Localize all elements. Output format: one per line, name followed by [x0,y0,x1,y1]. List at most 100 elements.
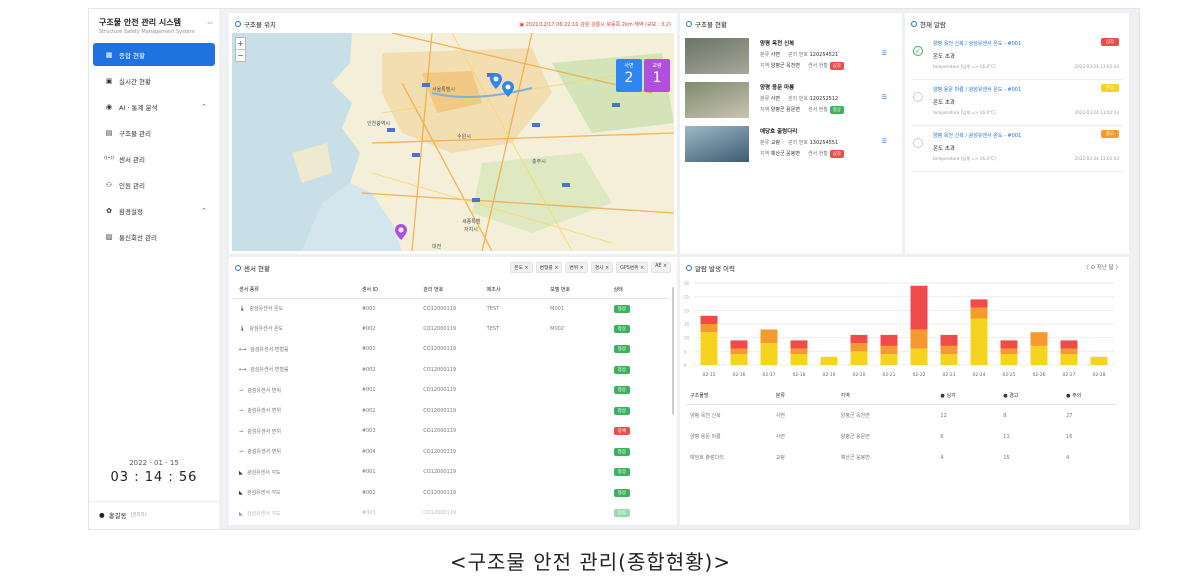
sidebar-item[interactable]: ▣ 실시간 현황 [93,69,215,92]
bar-segment[interactable] [850,351,868,365]
sidebar-item[interactable]: ◉ AI · 통계 분석 ⌃ [93,95,215,118]
sensor-scrollbar[interactable] [672,287,674,415]
empty-circle-icon[interactable] [913,92,923,102]
slope-count-badge[interactable]: 사면 2 [616,59,642,92]
sidebar-item[interactable]: ▨ 통신회선 관리 [93,225,215,248]
empty-circle-icon[interactable] [913,138,923,148]
map-marker-icon[interactable] [490,73,502,89]
bar-segment[interactable] [850,334,868,344]
sidebar-item[interactable]: ▤ 구조물 관리 [93,121,215,144]
table-row[interactable]: ⟷ 광섬유센서 변형률 #001 CO12000119 정상 [233,339,669,360]
bar-segment[interactable] [1000,340,1018,349]
bar-segment[interactable] [880,345,898,355]
table-row[interactable]: 양평 용문 마룡 사면 양평군 용문면 6 11 16 [686,426,1116,447]
list-search-icon[interactable]: ☰ [882,138,887,145]
structure-item[interactable]: 양평 옥천 신복 분류 사면 관리 번호 120254521 지역 양평군 옥천면 센서… [685,38,895,78]
bar-segment[interactable] [1000,354,1018,365]
sidebar-collapse-icon[interactable]: ⇦ [207,19,213,27]
table-row[interactable]: ◣ 광섬유센서 각도 #002 CO12000119 정상 [233,483,669,504]
chevron-up-icon[interactable]: ⌃ [201,103,207,111]
table-row[interactable]: ◣ 광섬유센서 각도 #003 CO12000119 정상 [233,503,669,524]
bar-segment[interactable] [940,334,958,346]
sidebar-item[interactable]: ((•)) 센서 관리 [93,147,215,170]
bar-segment[interactable] [970,307,988,319]
alarm-item[interactable]: ✓ 양평 옥천 신복 / 광섬유센서 온도 - #001 심각 온도 초과 temper… [911,38,1123,80]
sidebar-item[interactable]: ✿ 환경설정 ⌃ [93,199,215,222]
alarm-item[interactable]: 양평 용문 마룡 / 광섬유센서 온도 - #001 주의 온도 초과 tempera… [911,84,1123,126]
table-row[interactable]: ⇀ 광섬유센서 변위 #001 CO12000119 정상 [233,380,669,401]
bar-segment[interactable] [940,345,958,355]
svg-text:자치시: 자치시 [464,226,478,233]
alarm-item[interactable]: 양평 옥천 신복 / 광섬유센서 온도 - #001 경고 온도 초과 tempera… [911,130,1123,172]
filter-chip[interactable]: 경사 × [590,262,614,273]
chevron-up-icon[interactable]: ⌃ [201,207,207,215]
sidebar-item[interactable]: ⚇ 인원 관리 [93,173,215,196]
sensor-maker [481,421,544,442]
table-row[interactable]: ⇀ 광섬유센서 변위 #002 CO12000119 정상 [233,401,669,422]
bar-segment[interactable] [790,340,808,349]
bar-segment[interactable] [700,315,718,324]
bar-segment[interactable] [1030,332,1048,346]
bar-segment[interactable] [1030,345,1048,365]
table-row[interactable]: 예당호 출렁다리 교량 예산군 응봉면 4 15 4 [686,447,1116,468]
bar-segment[interactable] [1000,348,1018,355]
bar-segment[interactable] [820,356,838,365]
map-view[interactable]: 서울특별시 인천광역시 수원시 충주시 세종특별 자치시 대전 + − 사면 2 교량 … [232,33,674,251]
map-marker-icon[interactable] [502,81,514,97]
sensor-type-cell: ⇀ 광섬유센서 변위 [233,401,356,422]
bar-segment[interactable] [700,324,718,333]
table-row[interactable]: ⇀ 광섬유센서 변위 #004 CO12000119 정상 [233,442,669,463]
bar-segment[interactable] [760,329,778,344]
table-row[interactable]: ◣ 광섬유센서 각도 #001 CO12000119 정상 [233,462,669,483]
table-row[interactable]: 🌡 광섬유센서 온도 #001 CO12000119 TEST M001 정상 [233,298,669,319]
status-cell: 장애 [608,421,669,442]
bar-segment[interactable] [790,354,808,365]
bridge-count-badge[interactable]: 교량 1 [644,59,670,92]
bar-segment[interactable] [1090,356,1108,365]
structure-item[interactable]: 예당호 출렁다리 분류 교량 관리 번호 130254551 지역 예산군 응봉면 센서… [685,126,895,166]
table-row[interactable]: 🌡 광섬유센서 온도 #002 CO12000119 TEST M002 정상 [233,319,669,340]
user-info[interactable]: ● 홍길동 [관리자] [89,501,219,528]
table-row[interactable]: 양평 옥천 신복 사면 양평군 옥천면 12 8 27 [686,405,1116,426]
structure-item[interactable]: 양평 용문 마룡 분류 사면 관리 번호 120252512 지역 양평군 용문면 센서… [685,82,895,122]
bar-segment[interactable] [850,343,868,352]
column-header: ● 주의 [1066,392,1116,399]
zoom-in-button[interactable]: + [236,38,245,49]
filter-chip[interactable]: 변형률 × [535,262,563,273]
bar-segment[interactable] [880,354,898,365]
bar-segment[interactable] [1060,354,1078,365]
check-circle-icon[interactable]: ✓ [913,46,923,56]
zoom-out-button[interactable]: − [236,49,245,61]
alarm-title: 양평 용문 마룡 / 광섬유센서 온도 - #001 [933,87,1022,93]
list-search-icon[interactable]: ☰ [882,94,887,101]
badge-label: 교량 [652,63,662,69]
bar-segment[interactable] [760,343,778,365]
bar-segment[interactable] [970,318,988,365]
bar-segment[interactable] [790,348,808,355]
bar-segment[interactable] [730,340,748,349]
bar-segment[interactable] [910,329,928,349]
bar-segment[interactable] [910,285,928,330]
bar-segment[interactable] [910,348,928,365]
filter-chip[interactable]: 변위 × [565,262,588,273]
table-row[interactable]: ⟷ 광섬유센서 변형률 #002 CO12000119 정상 [233,360,669,381]
filter-chip[interactable]: GPS변위 × [616,262,649,273]
structure-photo [685,126,749,162]
bar-segment[interactable] [940,354,958,365]
bar-segment[interactable] [970,299,988,308]
sidebar-item[interactable]: ▦ 종합 현황 [93,43,215,66]
gear-icon: ✿ [106,206,112,215]
bar-segment[interactable] [1060,340,1078,349]
bar-segment[interactable] [1060,348,1078,355]
list-search-icon[interactable]: ☰ [882,50,887,57]
bar-segment[interactable] [880,334,898,346]
bar-segment[interactable] [730,348,748,355]
bar-segment[interactable] [730,354,748,365]
sensor-type-cell: ⇀ 광섬유센서 변위 [233,380,356,401]
filter-chip[interactable]: 온도 × [510,262,533,273]
filter-chip[interactable]: AE × [651,262,671,273]
map-marker-icon[interactable] [395,224,407,240]
table-row[interactable]: ⇀ 광섬유센서 변위 #003 CO12000119 장애 [233,421,669,442]
month-nav[interactable]: 〈 ⊙ 지난 달 〉 [1083,263,1121,271]
bar-segment[interactable] [700,332,718,365]
